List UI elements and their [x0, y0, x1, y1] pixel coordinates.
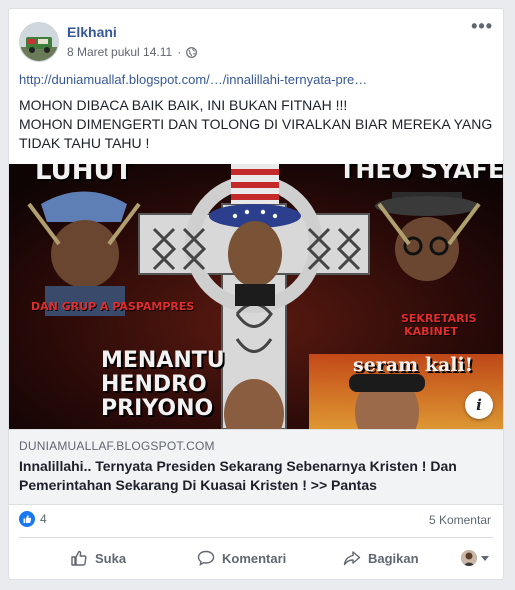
action-bar: Suka Komentari Bagikan — [19, 541, 493, 575]
post-card: Elkhani 8 Maret pukul 14.11 · ••• http:/… — [8, 8, 504, 580]
ellipsis-icon[interactable]: ••• — [471, 17, 493, 35]
image-caption-left: DAN GRUP A PASPAMPRES — [31, 300, 195, 313]
like-reaction-icon — [19, 511, 35, 527]
info-icon[interactable]: i — [465, 391, 493, 419]
image-label-seram: seram kali! — [353, 354, 474, 376]
share-button-label: Bagikan — [368, 550, 419, 566]
comment-button[interactable]: Komentari — [197, 549, 286, 567]
like-button-label: Suka — [95, 550, 127, 566]
user-avatar — [461, 550, 477, 566]
image-label-mid: MENANTU HENDRO PRIYONO — [101, 348, 225, 421]
share-button[interactable]: Bagikan — [343, 549, 419, 567]
image-label-top-right: THEO SYAFEI — [339, 164, 503, 184]
chevron-down-icon — [481, 555, 489, 561]
comment-icon — [197, 550, 215, 566]
audience-selector[interactable] — [461, 550, 489, 566]
post-text: MOHON DIBACA BAIK BAIK, INI BUKAN FITNAH… — [19, 96, 495, 153]
preview-title: Innalillahi.. Ternyata Presiden Sekarang… — [19, 458, 457, 493]
reaction-summary[interactable]: 4 — [19, 511, 47, 527]
preview-domain: DUNIAMUALLAF.BLOGSPOT.COM — [19, 439, 215, 453]
share-icon — [343, 551, 361, 566]
globe-icon — [186, 46, 198, 58]
image-label-top-left: LUHUT — [35, 164, 133, 186]
like-count: 4 — [40, 512, 47, 526]
author-name[interactable]: Elkhani — [67, 24, 117, 40]
post-meta: 8 Maret pukul 14.11 · — [67, 45, 198, 59]
link-preview[interactable]: DUNIAMUALLAF.BLOGSPOT.COM Innalillahi.. … — [9, 429, 503, 505]
post-image[interactable]: LUHUT THEO SYAFEI DAN GRUP A PASPAMPRES … — [9, 164, 503, 429]
author-avatar[interactable] — [19, 22, 59, 62]
comment-count[interactable]: 5 Komentar — [429, 513, 491, 527]
post-timestamp[interactable]: 8 Maret pukul 14.11 — [67, 45, 172, 59]
like-button[interactable]: Suka — [70, 549, 126, 567]
post-text-line-2: MOHON DIMENGERTI DAN TOLONG DI VIRALKAN … — [19, 116, 493, 151]
post-link[interactable]: http://duniamuallaf.blogspot.com/…/innal… — [19, 72, 367, 87]
thumbs-up-icon — [71, 550, 87, 566]
comment-button-label: Komentari — [222, 550, 287, 566]
post-text-line-1: MOHON DIBACA BAIK BAIK, INI BUKAN FITNAH… — [19, 97, 348, 113]
image-caption-right: SEKRETARIS KABINET — [401, 312, 477, 338]
divider — [19, 537, 493, 538]
